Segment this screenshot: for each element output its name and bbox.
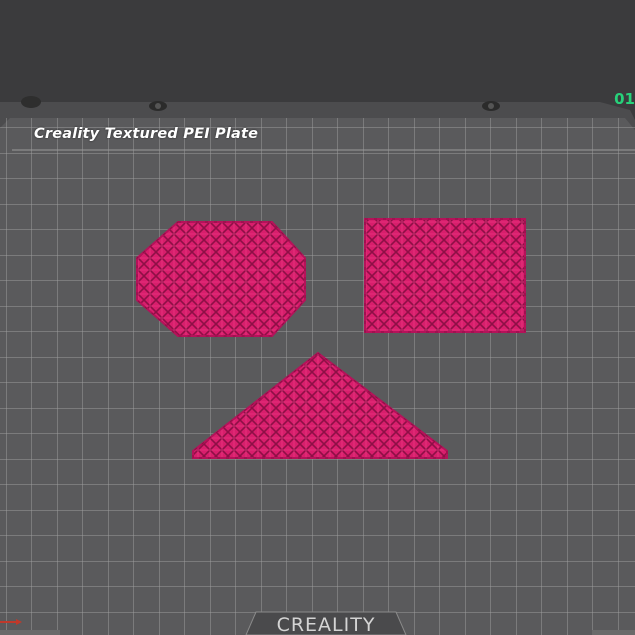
- brand-tab: CREALITY: [246, 611, 406, 635]
- brand-logo-text: CREALITY: [276, 614, 376, 635]
- plate-number-label[interactable]: 01: [614, 90, 635, 108]
- model-square[interactable]: [364, 218, 526, 333]
- build-plate-scene[interactable]: [0, 0, 635, 635]
- 3d-viewport[interactable]: Creality Textured PEI Plate 01 CREALITY: [0, 0, 635, 635]
- model-octagon[interactable]: [136, 221, 306, 337]
- plate-clip-icon: [21, 96, 41, 108]
- plate-name-label: Creality Textured PEI Plate: [34, 126, 259, 142]
